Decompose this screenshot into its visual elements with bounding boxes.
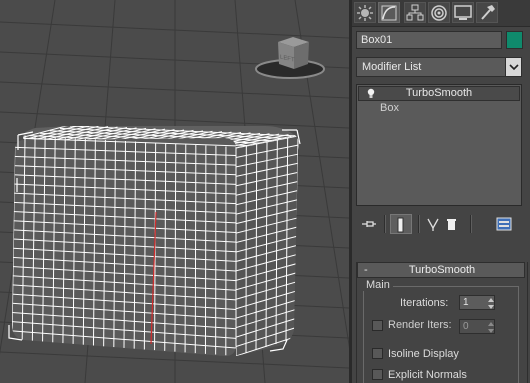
tab-display[interactable] — [452, 2, 474, 23]
viewport-canvas[interactable]: LEFT — [0, 0, 349, 383]
stack-item-box[interactable]: Box — [358, 102, 520, 117]
configure-sets-icon — [496, 217, 512, 231]
perspective-viewport[interactable]: LEFT — [0, 0, 349, 383]
explicit-normals-checkbox[interactable] — [372, 369, 383, 380]
turbosmooth-box-mesh[interactable] — [12, 125, 299, 358]
iterations-value: 1 — [463, 297, 469, 308]
motion-icon — [431, 5, 447, 21]
command-panel-tabs — [352, 0, 530, 27]
rollout-header[interactable]: - TurboSmooth — [357, 262, 525, 278]
stack-item-label: TurboSmooth — [405, 87, 473, 99]
iterations-spinner[interactable]: 1 — [459, 295, 495, 310]
hierarchy-icon — [406, 4, 424, 21]
rollout-title: TurboSmooth — [408, 264, 476, 276]
show-end-result-icon — [397, 217, 404, 233]
configure-modifier-sets-button[interactable] — [494, 214, 516, 234]
stack-toolbar — [356, 212, 522, 236]
stack-item-label: Box — [380, 102, 399, 114]
display-icon — [454, 5, 472, 20]
tab-motion[interactable] — [428, 2, 450, 23]
modifier-stack[interactable]: TurboSmooth Box — [356, 84, 522, 206]
isoline-display-checkbox[interactable] — [372, 348, 383, 359]
tab-modify[interactable] — [378, 2, 400, 23]
stack-item-turbosmooth[interactable]: TurboSmooth — [358, 86, 520, 101]
command-panel: Box01 Modifier List TurboSmooth Box - Tu… — [352, 0, 530, 383]
tab-utilities[interactable] — [476, 2, 498, 23]
object-color-swatch[interactable] — [506, 31, 523, 49]
remove-modifier-button[interactable] — [442, 214, 464, 234]
sun-icon — [357, 5, 373, 21]
spinner-arrows-icon[interactable] — [487, 320, 495, 335]
spinner-arrows-icon[interactable] — [487, 296, 495, 311]
hammer-utilities-icon — [481, 5, 495, 20]
render-iters-spinner[interactable]: 0 — [459, 319, 495, 334]
render-iters-value: 0 — [463, 321, 469, 332]
group-label-main: Main — [363, 279, 393, 291]
remove-modifier-icon — [447, 219, 456, 230]
render-iters-checkbox[interactable] — [372, 320, 383, 331]
object-name-field[interactable]: Box01 — [356, 31, 502, 49]
viewcube[interactable]: LEFT — [255, 37, 325, 79]
lightbulb-icon[interactable] — [367, 88, 375, 99]
show-end-result-button[interactable] — [390, 214, 412, 234]
render-iters-label: Render Iters: — [388, 319, 452, 331]
explicit-normals-label: Explicit Normals — [388, 369, 467, 381]
tab-create[interactable] — [354, 2, 376, 23]
modifier-list-arrow[interactable] — [505, 57, 522, 77]
pin-stack-button[interactable] — [358, 214, 380, 234]
curve-modify-icon — [381, 5, 397, 21]
tab-hierarchy[interactable] — [404, 2, 426, 23]
iterations-label: Iterations: — [400, 297, 449, 309]
pin-stack-icon — [362, 221, 376, 227]
modifier-list-dropdown[interactable]: Modifier List — [356, 57, 522, 77]
turbosmooth-rollout: - TurboSmooth Main Iterations: 1 Render … — [356, 262, 528, 383]
isoline-display-label: Isoline Display — [388, 348, 459, 360]
modifier-list-label: Modifier List — [362, 61, 422, 73]
chevron-down-icon — [509, 64, 519, 71]
